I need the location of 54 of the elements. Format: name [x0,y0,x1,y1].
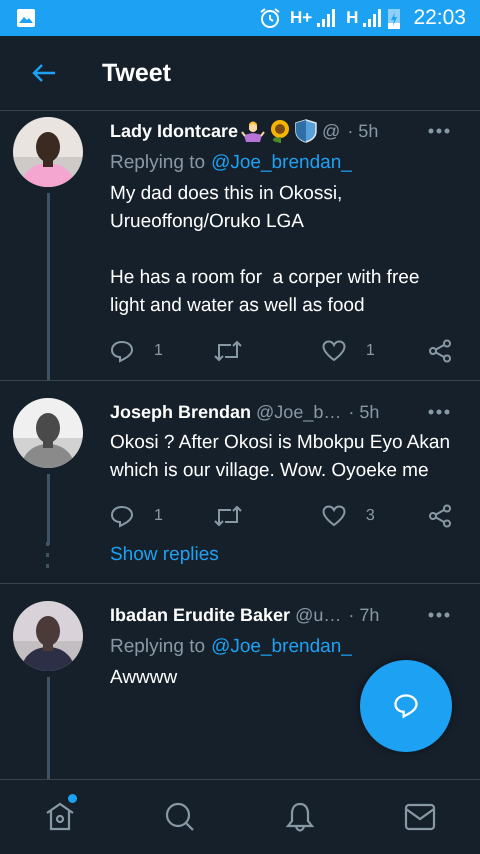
more-options-icon[interactable] [428,612,450,618]
search-icon[interactable] [164,801,196,833]
reply-count: 1 [154,507,163,525]
more-options-icon[interactable] [428,409,450,415]
home-icon[interactable] [44,801,76,833]
post-time: · 5h [347,120,378,142]
user-handle: @u… [295,604,342,626]
user-name[interactable]: Joseph Brendan [110,402,252,422]
page-title: Tweet [102,58,171,88]
gallery-icon [16,8,36,28]
reply-count: 1 [154,342,163,360]
retweet-icon[interactable] [214,505,242,527]
user-handle: @ [322,120,340,142]
speech-bubble-icon [392,692,420,720]
replying-label: Replying to [110,635,206,659]
signal-icon [363,9,384,27]
battery-charging-icon [388,7,400,29]
like-count: 3 [366,507,375,525]
comment-icon [110,504,134,528]
like-action[interactable]: 3 [322,505,375,527]
network-type: H+ [290,8,312,28]
user-name[interactable]: Ibadan Erudite Baker [110,604,290,626]
show-replies-link[interactable]: Show replies [110,544,219,566]
user-handle: @Joe_b… [256,402,342,422]
person-shrug-icon [241,120,266,142]
user-name[interactable]: Lady Idontcare [110,120,238,142]
post-time: · 7h [348,604,380,626]
signal-icon [317,9,338,27]
heart-icon [322,505,346,527]
tweet-text: He has a room for a corper with free light and water as well as food [110,266,420,318]
share-icon[interactable] [428,504,452,528]
like-action[interactable]: 1 [322,340,375,362]
reply-action[interactable]: 1 [110,339,163,363]
heart-icon [322,340,346,362]
shield-icon [295,119,318,143]
tweet-text: Awwww [110,666,178,690]
reply-action[interactable]: 1 [110,504,163,528]
tweet-text: My dad does this in Okossi, Urueoffong/Oruko LGA [110,182,344,234]
clock-time: 22:03 [413,6,466,30]
comment-icon [110,339,134,363]
retweet-icon[interactable] [214,340,242,362]
mention-link[interactable]: @Joe_brendan_ [211,149,352,177]
share-icon[interactable] [428,339,452,363]
network-type: H [346,8,358,28]
more-options-icon[interactable] [428,128,450,134]
mail-icon[interactable] [404,803,436,831]
tweet-text: Okosi ? After Okosi is Mbokpu Eyo Akan which is our village. Wow. Oyoeke me [110,431,452,483]
like-count: 1 [366,342,375,360]
mention-link[interactable]: @Joe_brendan_ [211,633,352,661]
post-time: · 5h [348,402,380,422]
bell-icon[interactable] [284,801,316,833]
replying-label: Replying to [110,151,206,175]
back-arrow-icon[interactable] [31,63,57,83]
alarm-icon [258,7,281,29]
